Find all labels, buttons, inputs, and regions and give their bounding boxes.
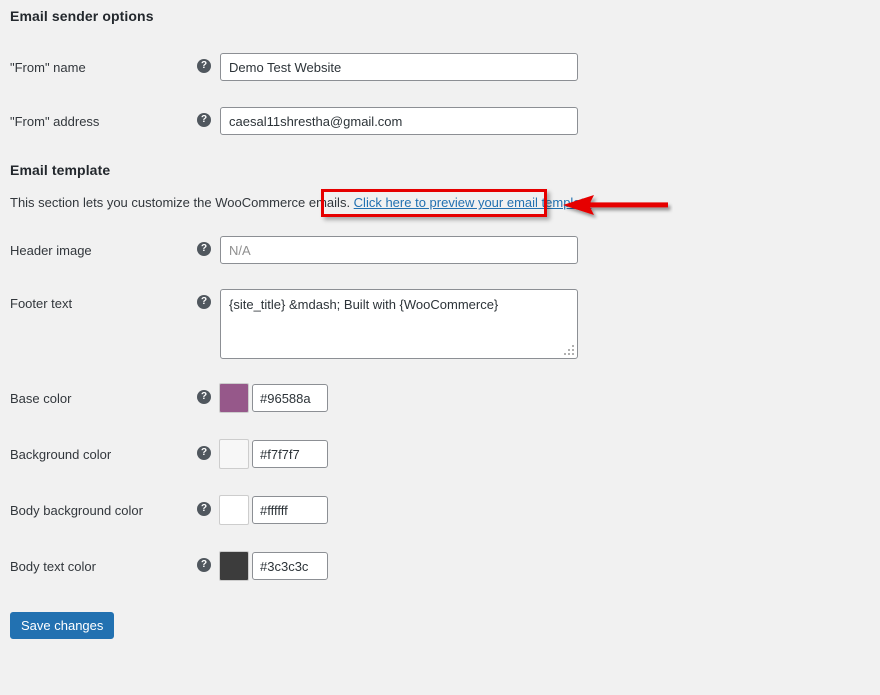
save-changes-button[interactable]: Save changes bbox=[10, 612, 115, 639]
question-mark-icon[interactable]: ? bbox=[197, 446, 211, 460]
section-heading-email-template: Email template bbox=[10, 162, 111, 178]
base-color-input[interactable] bbox=[252, 384, 328, 412]
from-address-input[interactable] bbox=[220, 107, 578, 135]
label-header-image: Header image bbox=[10, 243, 92, 258]
question-mark-icon[interactable]: ? bbox=[197, 113, 211, 127]
background-color-swatch[interactable] bbox=[219, 439, 249, 469]
email-template-description: This section lets you customize the WooC… bbox=[10, 195, 595, 211]
body-text-color-input[interactable] bbox=[252, 552, 328, 580]
question-mark-icon[interactable]: ? bbox=[197, 59, 211, 73]
question-mark-icon[interactable]: ? bbox=[197, 390, 211, 404]
body-text-color-swatch[interactable] bbox=[219, 551, 249, 581]
label-from-name: "From" name bbox=[10, 60, 86, 75]
question-mark-icon[interactable]: ? bbox=[197, 242, 211, 256]
background-color-input[interactable] bbox=[252, 440, 328, 468]
header-image-input[interactable] bbox=[220, 236, 578, 264]
preview-email-template-link[interactable]: Click here to preview your email templat… bbox=[354, 195, 592, 210]
description-period: . bbox=[591, 195, 596, 210]
label-body-text-color: Body text color bbox=[10, 559, 96, 574]
settings-page: Email sender options "From" name ? "From… bbox=[0, 0, 880, 695]
footer-text-textarea[interactable] bbox=[220, 289, 578, 359]
label-base-color: Base color bbox=[10, 391, 72, 406]
body-background-color-input[interactable] bbox=[252, 496, 328, 524]
label-body-background-color: Body background color bbox=[10, 503, 143, 518]
from-name-input[interactable] bbox=[220, 53, 578, 81]
section-heading-email-sender-options: Email sender options bbox=[10, 8, 154, 24]
label-background-color: Background color bbox=[10, 447, 112, 462]
body-background-color-swatch[interactable] bbox=[219, 495, 249, 525]
description-text: This section lets you customize the WooC… bbox=[10, 195, 354, 210]
question-mark-icon[interactable]: ? bbox=[197, 502, 211, 516]
label-from-address: "From" address bbox=[10, 114, 100, 129]
label-footer-text: Footer text bbox=[10, 296, 73, 311]
question-mark-icon[interactable]: ? bbox=[197, 295, 211, 309]
base-color-swatch[interactable] bbox=[219, 383, 249, 413]
question-mark-icon[interactable]: ? bbox=[197, 558, 211, 572]
